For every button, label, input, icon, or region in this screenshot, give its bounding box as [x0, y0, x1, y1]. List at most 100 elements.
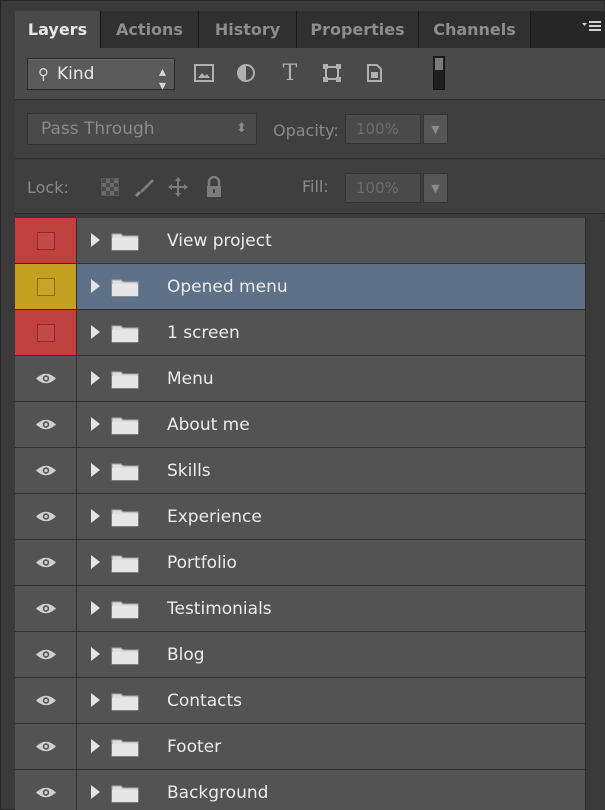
layer-name: Contacts [167, 691, 242, 711]
expand-triangle-icon[interactable] [91, 785, 100, 799]
filter-kind-select[interactable]: ⚲ Kind ▴ ▾ [27, 58, 175, 93]
panel-tab-bar: Layers Actions History Properties Channe… [15, 11, 605, 48]
layer-row[interactable]: Experience [15, 494, 585, 540]
fill-input[interactable]: 100% [345, 173, 421, 203]
layer-name: Portfolio [167, 553, 237, 573]
visibility-toggle[interactable] [15, 494, 77, 539]
layer-name: Background [167, 783, 269, 803]
expand-triangle-icon[interactable] [91, 371, 100, 385]
layer-row[interactable]: Blog [15, 632, 585, 678]
visibility-toggle-hidden[interactable] [15, 310, 77, 355]
tab-properties[interactable]: Properties [297, 11, 419, 48]
expand-triangle-icon[interactable] [91, 509, 100, 523]
visibility-toggle[interactable] [15, 586, 77, 631]
opacity-input[interactable]: 100% [345, 114, 421, 144]
folder-icon [111, 645, 139, 665]
eye-icon [35, 372, 57, 385]
folder-icon [111, 231, 139, 251]
lock-label: Lock: [27, 178, 69, 197]
layer-name: Footer [167, 737, 222, 757]
expand-triangle-icon[interactable] [91, 417, 100, 431]
layer-row[interactable]: Contacts [15, 678, 585, 724]
folder-icon [111, 369, 139, 389]
expand-triangle-icon[interactable] [91, 233, 100, 247]
folder-icon [111, 461, 139, 481]
expand-triangle-icon[interactable] [91, 279, 100, 293]
select-arrows-icon: ⬍ [236, 121, 247, 136]
tab-history[interactable]: History [199, 11, 297, 48]
tab-bar-spacer [531, 11, 605, 48]
expand-triangle-icon[interactable] [91, 647, 100, 661]
layer-row[interactable]: Skills [15, 448, 585, 494]
lock-all-icon[interactable] [203, 176, 225, 198]
image-filter-icon[interactable] [193, 62, 215, 84]
blend-mode-label: Pass Through [41, 119, 155, 139]
folder-icon [111, 691, 139, 711]
lock-row: Lock: Fill: 100% ▼ [15, 160, 605, 214]
layer-name: View project [167, 231, 272, 251]
layer-name: Skills [167, 461, 211, 481]
layer-row[interactable]: 1 screen [15, 310, 585, 356]
filter-toggle-switch[interactable] [433, 56, 445, 90]
layer-row[interactable]: Testimonials [15, 586, 585, 632]
eye-icon [35, 740, 57, 753]
layer-row[interactable]: Footer [15, 724, 585, 770]
eye-icon [35, 648, 57, 661]
lock-transparency-icon[interactable] [99, 176, 121, 198]
layer-name: Testimonials [167, 599, 272, 619]
visibility-toggle[interactable] [15, 402, 77, 447]
layers-list-scroll-gutter[interactable] [585, 218, 605, 810]
opacity-dropdown-button[interactable]: ▼ [423, 114, 448, 144]
visibility-toggle[interactable] [15, 770, 77, 810]
fill-dropdown-button[interactable]: ▼ [423, 173, 448, 203]
folder-icon [111, 783, 139, 803]
layer-row[interactable]: Background [15, 770, 585, 810]
shape-filter-icon[interactable] [321, 62, 343, 84]
hidden-visibility-box [36, 277, 55, 296]
eye-icon [35, 510, 57, 523]
folder-icon [111, 415, 139, 435]
visibility-toggle[interactable] [15, 678, 77, 723]
tab-actions[interactable]: Actions [101, 11, 199, 48]
visibility-toggle[interactable] [15, 632, 77, 677]
visibility-toggle[interactable] [15, 448, 77, 493]
layer-row[interactable]: View project [15, 218, 585, 264]
blend-mode-select[interactable]: Pass Through ⬍ [27, 113, 257, 145]
lock-position-icon[interactable] [167, 176, 189, 198]
visibility-toggle[interactable] [15, 356, 77, 401]
tab-channels[interactable]: Channels [419, 11, 531, 48]
visibility-toggle[interactable] [15, 540, 77, 585]
fill-label: Fill: [302, 177, 329, 196]
visibility-toggle-hidden[interactable] [15, 218, 77, 263]
filter-toggle-knob [435, 58, 443, 70]
expand-triangle-icon[interactable] [91, 601, 100, 615]
layer-name: 1 screen [167, 323, 240, 343]
eye-icon [35, 418, 57, 431]
expand-triangle-icon[interactable] [91, 463, 100, 477]
eye-icon [35, 464, 57, 477]
expand-triangle-icon[interactable] [91, 325, 100, 339]
layer-row[interactable]: Menu [15, 356, 585, 402]
expand-triangle-icon[interactable] [91, 693, 100, 707]
layer-filter-row: ⚲ Kind ▴ ▾ T [15, 48, 605, 100]
layer-name: Opened menu [167, 277, 288, 297]
expand-triangle-icon[interactable] [91, 555, 100, 569]
layer-row[interactable]: Portfolio [15, 540, 585, 586]
lock-image-pixels-icon[interactable] [133, 176, 155, 198]
panel-menu-icon[interactable] [582, 19, 602, 37]
layer-row[interactable]: About me [15, 402, 585, 448]
layer-row[interactable]: Opened menu [15, 264, 585, 310]
adjustment-filter-icon[interactable] [235, 62, 257, 84]
folder-icon [111, 277, 139, 297]
layer-name: Experience [167, 507, 262, 527]
tab-layers[interactable]: Layers [15, 11, 101, 48]
visibility-toggle-hidden[interactable] [15, 264, 77, 309]
layer-name: Menu [167, 369, 214, 389]
visibility-toggle[interactable] [15, 724, 77, 769]
smart-object-filter-icon[interactable] [363, 62, 385, 84]
folder-icon [111, 507, 139, 527]
layers-list: View project Opened menu 1 screen Menu About… [15, 218, 585, 810]
folder-icon [111, 737, 139, 757]
expand-triangle-icon[interactable] [91, 739, 100, 753]
type-filter-icon[interactable]: T [279, 61, 301, 86]
